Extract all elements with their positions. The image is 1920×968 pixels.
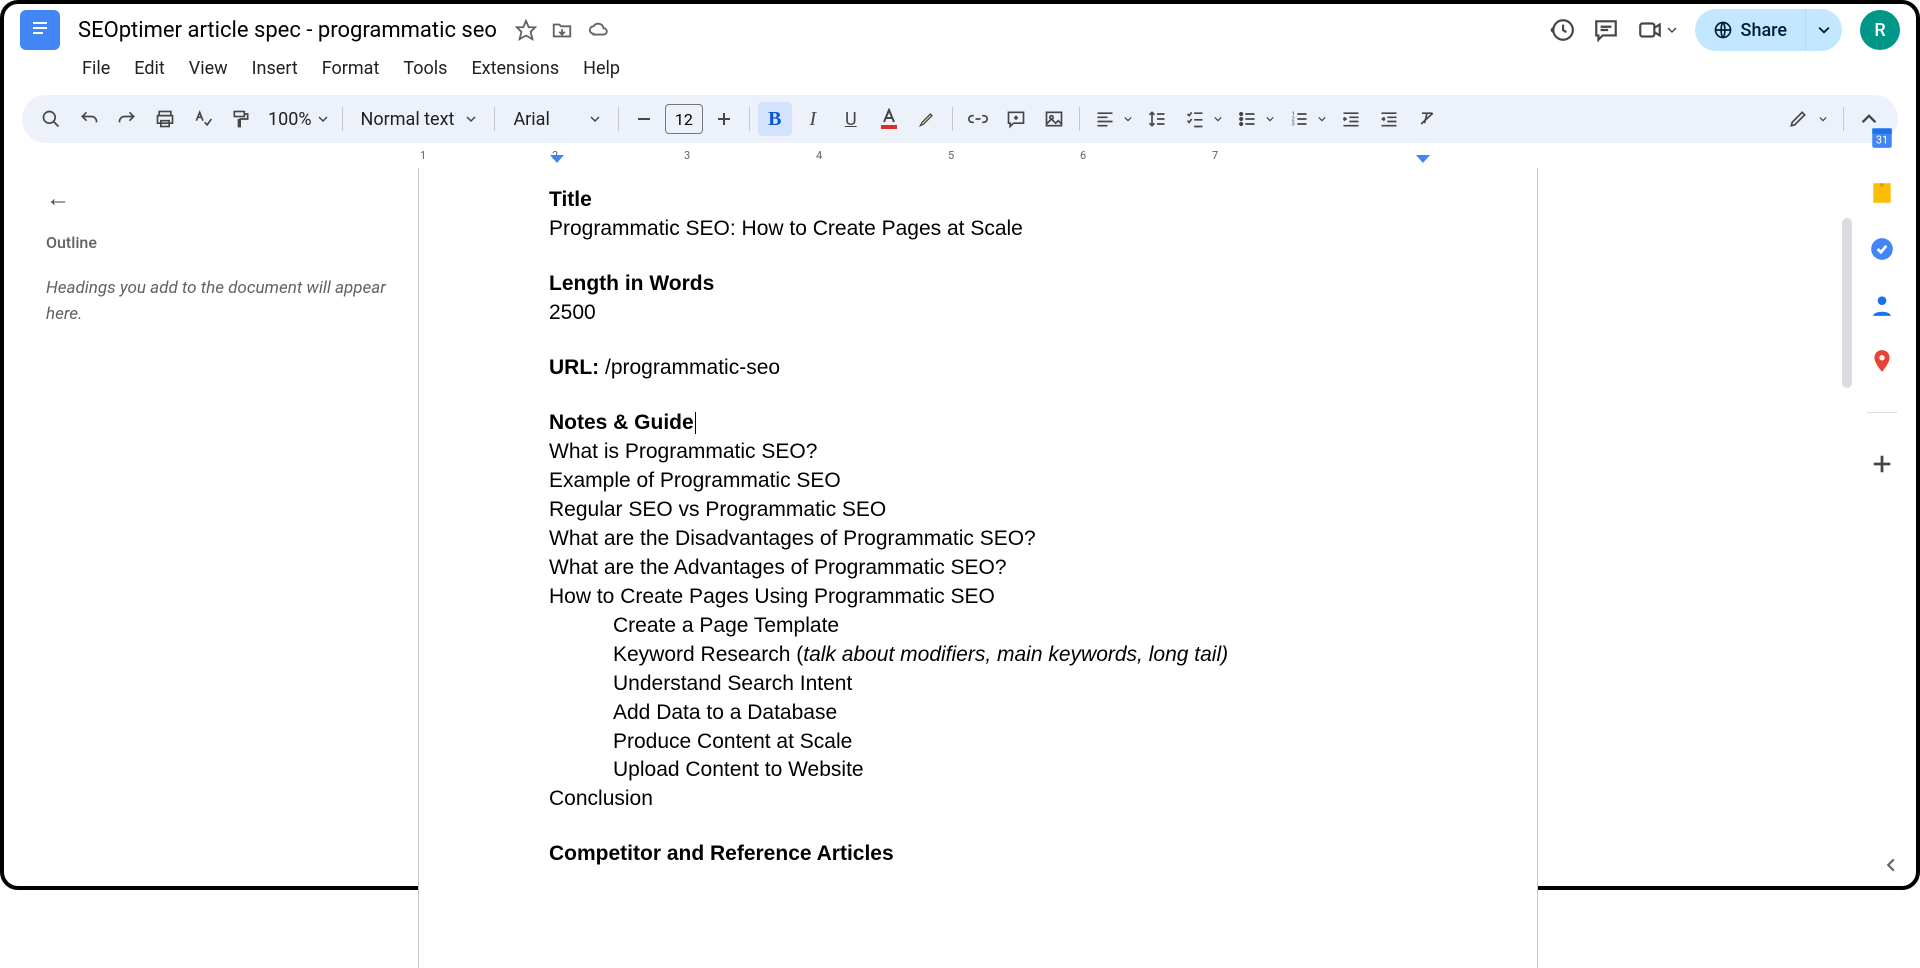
doc-heading: Competitor and Reference Articles: [549, 840, 1407, 869]
contacts-icon[interactable]: [1869, 292, 1895, 318]
menu-extensions[interactable]: Extensions: [461, 52, 569, 85]
outline-panel: ← Outline Headings you add to the docume…: [26, 168, 418, 882]
account-avatar[interactable]: R: [1860, 10, 1900, 50]
bold-button[interactable]: B: [758, 102, 792, 136]
add-addon-icon[interactable]: [1869, 451, 1895, 477]
text-color-button[interactable]: [872, 102, 906, 136]
doc-text: How to Create Pages Using Programmatic S…: [549, 583, 1407, 612]
share-dropdown[interactable]: [1805, 9, 1842, 51]
doc-text: Produce Content at Scale: [549, 728, 1407, 757]
doc-heading: Notes & Guide: [549, 409, 1407, 438]
doc-text: What are the Advantages of Programmatic …: [549, 554, 1407, 583]
insert-link-icon[interactable]: [961, 102, 995, 136]
side-panel-expand-icon[interactable]: [1884, 858, 1898, 872]
editing-mode-dropdown[interactable]: [1781, 102, 1815, 136]
doc-text: Understand Search Intent: [549, 670, 1407, 699]
doc-text: What is Programmatic SEO?: [549, 438, 1407, 467]
paragraph-style-dropdown[interactable]: Normal text: [351, 109, 487, 130]
document-page[interactable]: Title Programmatic SEO: How to Create Pa…: [418, 168, 1538, 968]
decrease-font-icon[interactable]: [627, 102, 661, 136]
doc-text: Regular SEO vs Programmatic SEO: [549, 496, 1407, 525]
insert-image-icon[interactable]: [1037, 102, 1071, 136]
zoom-dropdown[interactable]: 100%: [262, 109, 334, 130]
comments-icon[interactable]: [1593, 17, 1619, 43]
doc-text: 2500: [549, 299, 1407, 328]
share-button[interactable]: Share: [1695, 20, 1805, 41]
meet-icon[interactable]: [1637, 17, 1677, 43]
document-title[interactable]: SEOptimer article spec - programmatic se…: [72, 16, 503, 45]
doc-text: Keyword Research (talk about modifiers, …: [549, 641, 1407, 670]
menu-view[interactable]: View: [179, 52, 238, 85]
print-icon[interactable]: [148, 102, 182, 136]
spellcheck-icon[interactable]: [186, 102, 220, 136]
increase-indent-icon[interactable]: [1372, 102, 1406, 136]
menu-tools[interactable]: Tools: [393, 52, 457, 85]
bulleted-list-icon[interactable]: [1230, 102, 1264, 136]
outline-heading: Outline: [46, 233, 398, 252]
doc-text: Conclusion: [549, 785, 1407, 814]
svg-text:31: 31: [1876, 134, 1888, 147]
numbered-list-icon[interactable]: 123: [1282, 102, 1316, 136]
history-icon[interactable]: [1549, 17, 1575, 43]
add-comment-icon[interactable]: [999, 102, 1033, 136]
docs-logo[interactable]: [20, 10, 60, 50]
font-dropdown[interactable]: Arial: [503, 109, 609, 130]
doc-heading: Length in Words: [549, 270, 1407, 299]
doc-text: Create a Page Template: [549, 612, 1407, 641]
maps-icon[interactable]: [1869, 348, 1895, 374]
doc-text: Programmatic SEO: How to Create Pages at…: [549, 215, 1407, 244]
line-spacing-icon[interactable]: [1140, 102, 1174, 136]
share-label: Share: [1741, 20, 1787, 41]
decrease-indent-icon[interactable]: [1334, 102, 1368, 136]
highlight-button[interactable]: [910, 102, 944, 136]
toolbar: 100% Normal text Arial 12 B I U 123: [22, 95, 1898, 143]
menu-help[interactable]: Help: [573, 52, 630, 85]
vertical-ruler[interactable]: [8, 168, 26, 882]
keep-icon[interactable]: [1869, 180, 1895, 206]
calendar-icon[interactable]: 31: [1869, 124, 1895, 150]
italic-button[interactable]: I: [796, 102, 830, 136]
vertical-scrollbar[interactable]: [1842, 218, 1852, 388]
indent-marker-left[interactable]: [550, 155, 564, 167]
doc-text: Example of Programmatic SEO: [549, 467, 1407, 496]
move-icon[interactable]: [551, 19, 573, 41]
align-dropdown[interactable]: [1088, 102, 1122, 136]
outline-back-icon[interactable]: ←: [46, 184, 398, 213]
title-bar: SEOptimer article spec - programmatic se…: [4, 4, 1916, 48]
menu-file[interactable]: File: [72, 52, 120, 85]
checklist-icon[interactable]: [1178, 102, 1212, 136]
horizontal-ruler[interactable]: 1 2 3 4 5 6 7: [420, 149, 1916, 167]
menu-edit[interactable]: Edit: [124, 52, 174, 85]
svg-text:3: 3: [1291, 122, 1294, 128]
share-button-group: Share: [1695, 9, 1842, 51]
font-size-input[interactable]: 12: [665, 104, 703, 134]
doc-text: Add Data to a Database: [549, 699, 1407, 728]
doc-text: Upload Content to Website: [549, 756, 1407, 785]
menu-format[interactable]: Format: [312, 52, 390, 85]
tasks-icon[interactable]: [1869, 236, 1895, 262]
menu-bar: File Edit View Insert Format Tools Exten…: [4, 48, 1916, 89]
doc-text: URL: /programmatic-seo: [549, 354, 1407, 383]
underline-button[interactable]: U: [834, 102, 868, 136]
undo-icon[interactable]: [72, 102, 106, 136]
clear-formatting-icon[interactable]: [1410, 102, 1444, 136]
indent-marker-right[interactable]: [1416, 155, 1430, 167]
globe-icon: [1713, 20, 1733, 40]
doc-text: What are the Disadvantages of Programmat…: [549, 525, 1407, 554]
paint-format-icon[interactable]: [224, 102, 258, 136]
cloud-icon[interactable]: [587, 19, 611, 41]
menu-insert[interactable]: Insert: [242, 52, 308, 85]
search-icon[interactable]: [34, 102, 68, 136]
side-panel: 31: [1852, 104, 1912, 882]
redo-icon[interactable]: [110, 102, 144, 136]
star-icon[interactable]: [515, 19, 537, 41]
outline-hint: Headings you add to the document will ap…: [46, 276, 398, 327]
doc-heading: Title: [549, 186, 1407, 215]
increase-font-icon[interactable]: [707, 102, 741, 136]
